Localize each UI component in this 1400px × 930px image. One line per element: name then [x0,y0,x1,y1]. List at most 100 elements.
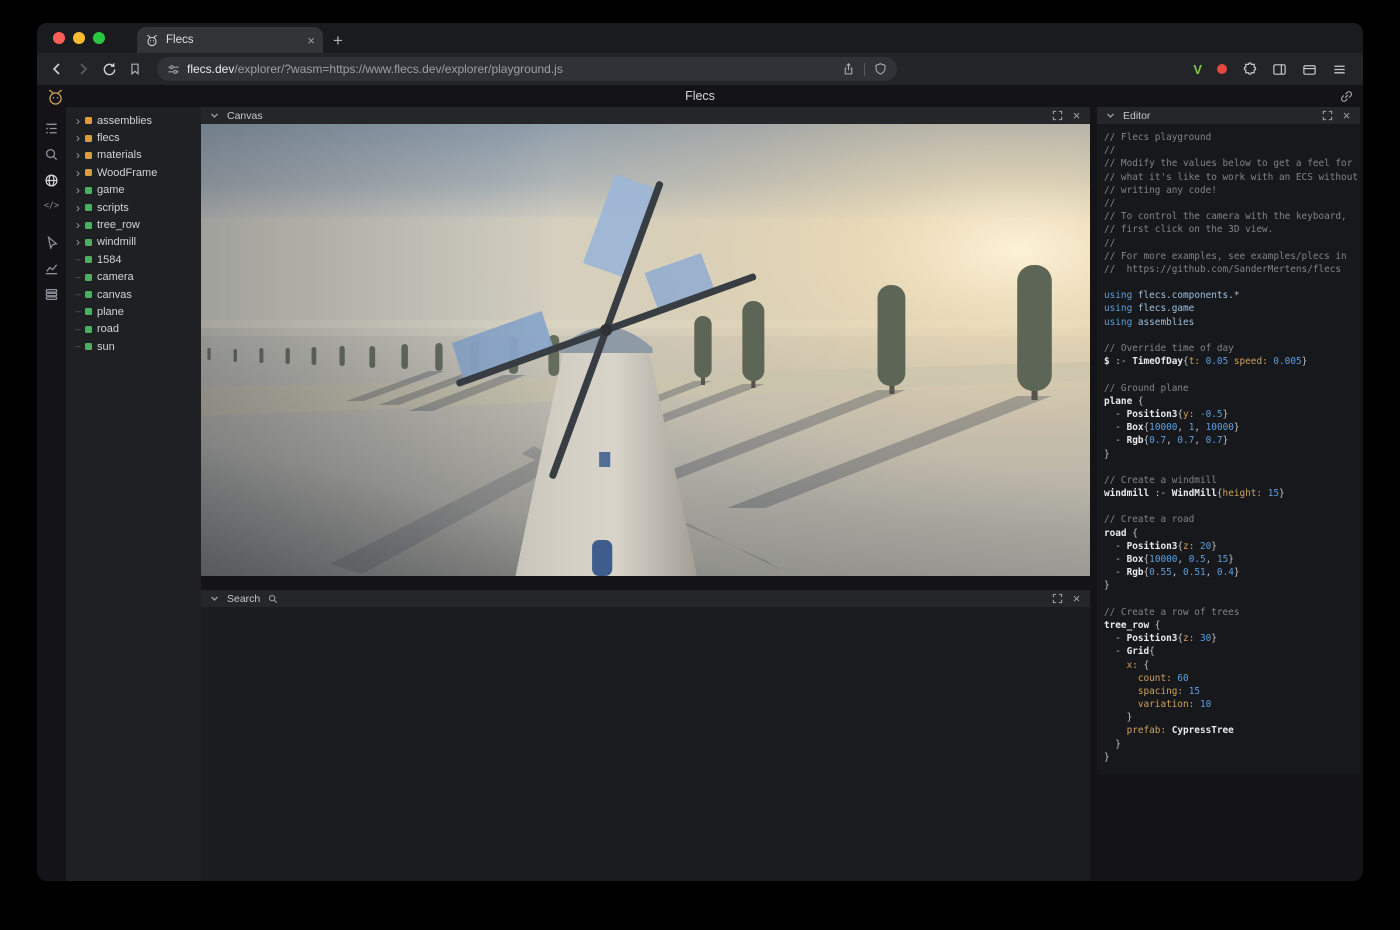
code-line: } [1104,448,1358,461]
permalink-icon[interactable] [1339,89,1354,104]
red-dot-extension-icon[interactable] [1217,64,1227,74]
back-button[interactable] [45,57,69,81]
tables-rows-icon[interactable] [43,285,61,303]
shield-icon[interactable] [874,62,887,76]
zoom-window-button[interactable] [93,32,105,44]
leaf-dash-icon: – [73,307,83,316]
wallet-icon[interactable] [1302,62,1317,77]
tree-item[interactable]: – sun [66,338,201,355]
side-panel-icon[interactable] [1272,62,1287,77]
stats-chart-icon[interactable] [43,259,61,277]
collapse-chevron-icon[interactable] [208,592,221,605]
code-line: plane { [1104,395,1358,408]
code-line: // Modify the values below to get a feel… [1104,157,1358,170]
extensions-puzzle-icon[interactable] [1242,62,1257,77]
tree-item[interactable]: ›game [66,182,201,199]
tree-item[interactable]: ›tree_row [66,216,201,233]
tree-item[interactable]: ›scripts [66,199,201,216]
tree-item[interactable]: –road [66,321,201,338]
reload-button[interactable] [97,57,121,81]
code-line: using assemblies [1104,316,1358,329]
close-window-button[interactable] [53,32,65,44]
code-line: count: 60 [1104,672,1358,685]
canvas-panel-title: Canvas [227,110,263,122]
leaf-dash-icon: – [73,290,83,299]
leaf-dash-icon: – [73,325,83,334]
window-controls [37,32,119,53]
code-line [1104,329,1358,342]
tree-item[interactable]: › materials [66,147,201,164]
expand-chevron-icon[interactable]: › [73,236,83,248]
site-info-icon[interactable] [167,63,180,76]
expand-chevron-icon[interactable]: › [73,219,83,231]
expand-chevron-icon[interactable]: › [73,149,83,161]
code-line [1104,593,1358,606]
close-panel-icon[interactable]: × [1070,592,1083,605]
expand-chevron-icon[interactable]: › [73,132,83,144]
code-line: } [1104,579,1358,592]
expand-chevron-icon[interactable]: › [73,202,83,214]
flecs-favicon [145,33,159,47]
expand-chevron-icon[interactable]: › [73,184,83,196]
close-panel-icon[interactable]: × [1070,109,1083,122]
address-bar[interactable]: flecs.dev/explorer/?wasm=https://www.fle… [157,57,897,81]
minimize-window-button[interactable] [73,32,85,44]
v-extension-icon[interactable]: V [1193,63,1202,76]
tree-item-label: WoodFrame [97,167,157,179]
left-icon-strip: </> [37,107,66,881]
search-results-area [201,607,1090,881]
expand-chevron-icon[interactable]: › [73,115,83,127]
tree-item[interactable]: › WoodFrame [66,164,201,181]
new-tab-button[interactable]: + [323,32,355,53]
tree-item-label: materials [97,149,142,161]
tree-item[interactable]: –camera [66,269,201,286]
fullscreen-icon[interactable] [1051,109,1064,122]
fullscreen-icon[interactable] [1321,109,1334,122]
code-line: spacing: 15 [1104,685,1358,698]
tab-close-icon[interactable]: × [307,34,315,47]
code-line: // what it's like to work with an ECS wi… [1104,171,1358,184]
code-icon[interactable]: </> [43,197,61,215]
entity-color-square [85,204,92,211]
forward-button[interactable] [71,57,95,81]
tree-item[interactable]: –plane [66,303,201,320]
code-line: // writing any code! [1104,184,1358,197]
bookmark-icon[interactable] [123,57,147,81]
share-icon[interactable] [842,62,855,76]
tree-item-label: flecs [97,132,120,144]
tree-item[interactable]: › windmill [66,234,201,251]
tree-item[interactable]: –canvas [66,286,201,303]
tree-item-label: assemblies [97,115,152,127]
search-panel: Search × [201,590,1090,881]
editor-panel-header: Editor × [1097,107,1360,124]
pointer-icon[interactable] [43,233,61,251]
code-line: - Box{10000, 1, 10000} [1104,421,1358,434]
browser-tab[interactable]: Flecs × [137,27,323,53]
canvas-3d-view[interactable] [201,124,1090,576]
collapse-chevron-icon[interactable] [208,109,221,122]
tree-item[interactable]: › assemblies [66,112,201,129]
leaf-dash-icon: – [73,342,83,351]
code-line: variation: 10 [1104,698,1358,711]
outline-tree-icon[interactable] [43,119,61,137]
code-editor[interactable]: // Flecs playground//// Modify the value… [1097,124,1360,774]
search-icon[interactable] [43,145,61,163]
code-line: // [1104,197,1358,210]
screen-background: Flecs × + [0,0,1400,930]
entity-tree: › assemblies › flecs › materials › WoodFrame ›ga… [66,107,201,881]
tree-item-label: sun [97,341,115,353]
browser-toolbar: flecs.dev/explorer/?wasm=https://www.fle… [37,53,1363,85]
code-line: // Create a windmill [1104,474,1358,487]
code-line: - Position3{z: 30} [1104,632,1358,645]
menu-icon[interactable] [1332,62,1347,77]
expand-chevron-icon[interactable]: › [73,167,83,179]
collapse-chevron-icon[interactable] [1104,109,1117,122]
close-panel-icon[interactable]: × [1340,109,1353,122]
entity-color-square [85,291,92,298]
fullscreen-icon[interactable] [1051,592,1064,605]
code-line: // Create a row of trees [1104,606,1358,619]
tree-item-label: windmill [97,236,136,248]
tree-item[interactable]: –1584 [66,251,201,268]
world-globe-icon[interactable] [43,171,61,189]
tree-item[interactable]: › flecs [66,129,201,146]
